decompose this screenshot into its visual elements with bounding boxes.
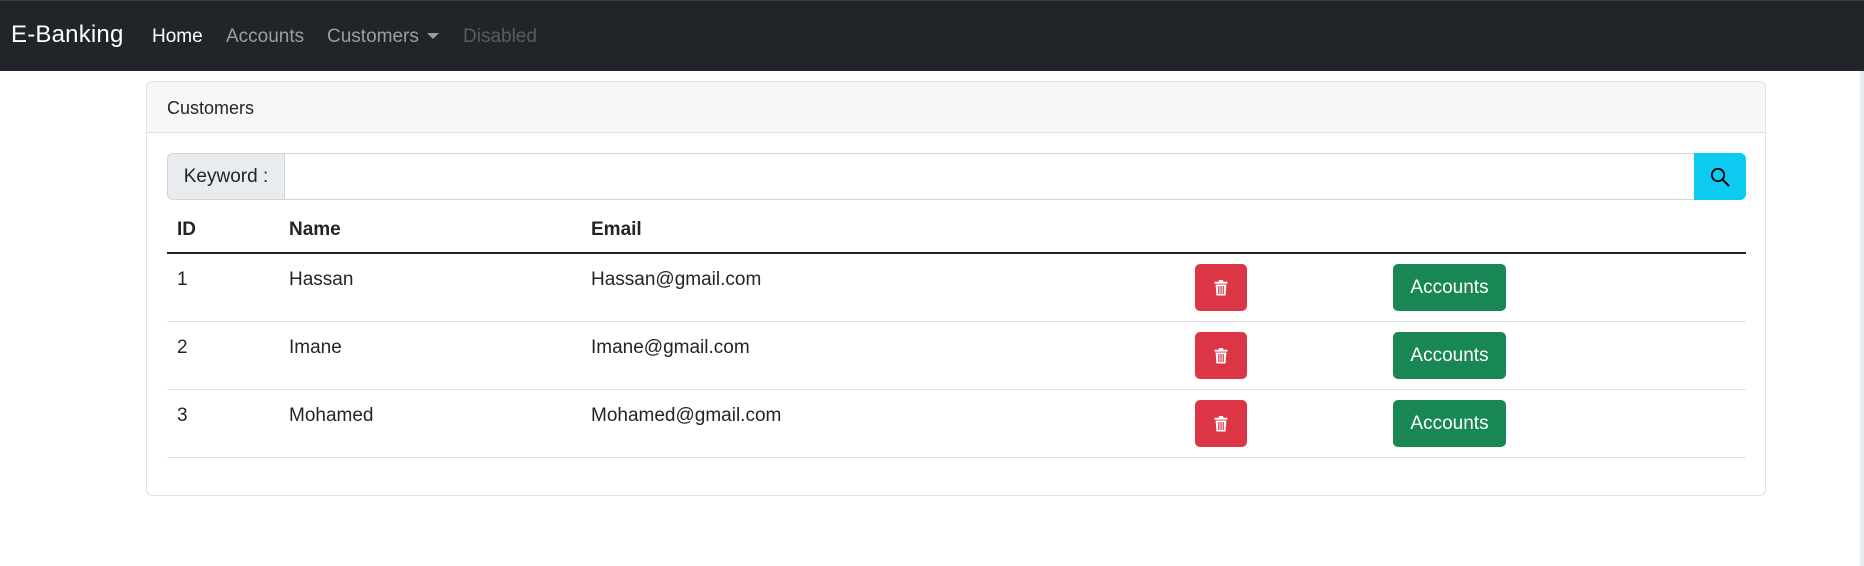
cell-email: Imane@gmail.com — [591, 337, 750, 358]
search-button[interactable] — [1694, 153, 1746, 200]
cell-email: Hassan@gmail.com — [591, 269, 762, 290]
cell-id: 3 — [177, 405, 188, 426]
trash-icon — [1214, 347, 1228, 363]
column-header-name: Name — [289, 219, 341, 240]
page-scrollbar[interactable] — [1860, 71, 1864, 566]
nav-link-home[interactable]: Home — [152, 26, 203, 48]
nav-link-customers-dropdown[interactable]: Customers — [327, 26, 439, 48]
card-header: Customers — [147, 82, 1765, 133]
search-icon — [1710, 167, 1730, 186]
nav-link-disabled: Disabled — [463, 26, 537, 47]
column-header-id: ID — [177, 219, 196, 240]
delete-button[interactable] — [1195, 400, 1247, 447]
trash-icon — [1214, 279, 1228, 295]
keyword-input[interactable] — [284, 153, 1695, 200]
table-row: 1 Hassan Hassan@gmail.com Accounts — [167, 254, 1746, 322]
cell-name: Imane — [289, 337, 342, 358]
delete-button[interactable] — [1195, 264, 1247, 311]
table-row: 3 Mohamed Mohamed@gmail.com Accounts — [167, 390, 1746, 458]
accounts-button[interactable]: Accounts — [1393, 332, 1506, 379]
trash-icon — [1214, 415, 1228, 431]
navbar-brand[interactable]: E-Banking — [11, 21, 124, 49]
keyword-label: Keyword : — [167, 153, 285, 200]
customers-table: ID Name Email 1 Hassan Hassan@gmail.com … — [167, 212, 1746, 458]
table-row: 2 Imane Imane@gmail.com Accounts — [167, 322, 1746, 390]
accounts-button[interactable]: Accounts — [1393, 400, 1506, 447]
search-input-group: Keyword : — [167, 153, 1746, 200]
cell-email: Mohamed@gmail.com — [591, 405, 782, 426]
chevron-down-icon — [426, 33, 439, 39]
accounts-button[interactable]: Accounts — [1393, 264, 1506, 311]
column-header-email: Email — [591, 219, 642, 240]
cell-id: 2 — [177, 337, 188, 358]
customers-card: Customers Keyword : ID Name Email 1 Hass… — [146, 81, 1766, 496]
delete-button[interactable] — [1195, 332, 1247, 379]
table-header: ID Name Email — [167, 212, 1746, 254]
cell-name: Hassan — [289, 269, 354, 290]
nav-link-accounts[interactable]: Accounts — [226, 26, 304, 48]
navbar: E-Banking Home Accounts Customers Disabl… — [0, 0, 1864, 71]
nav-link-customers-label: Customers — [327, 26, 419, 47]
cell-name: Mohamed — [289, 405, 374, 426]
cell-id: 1 — [177, 269, 188, 290]
